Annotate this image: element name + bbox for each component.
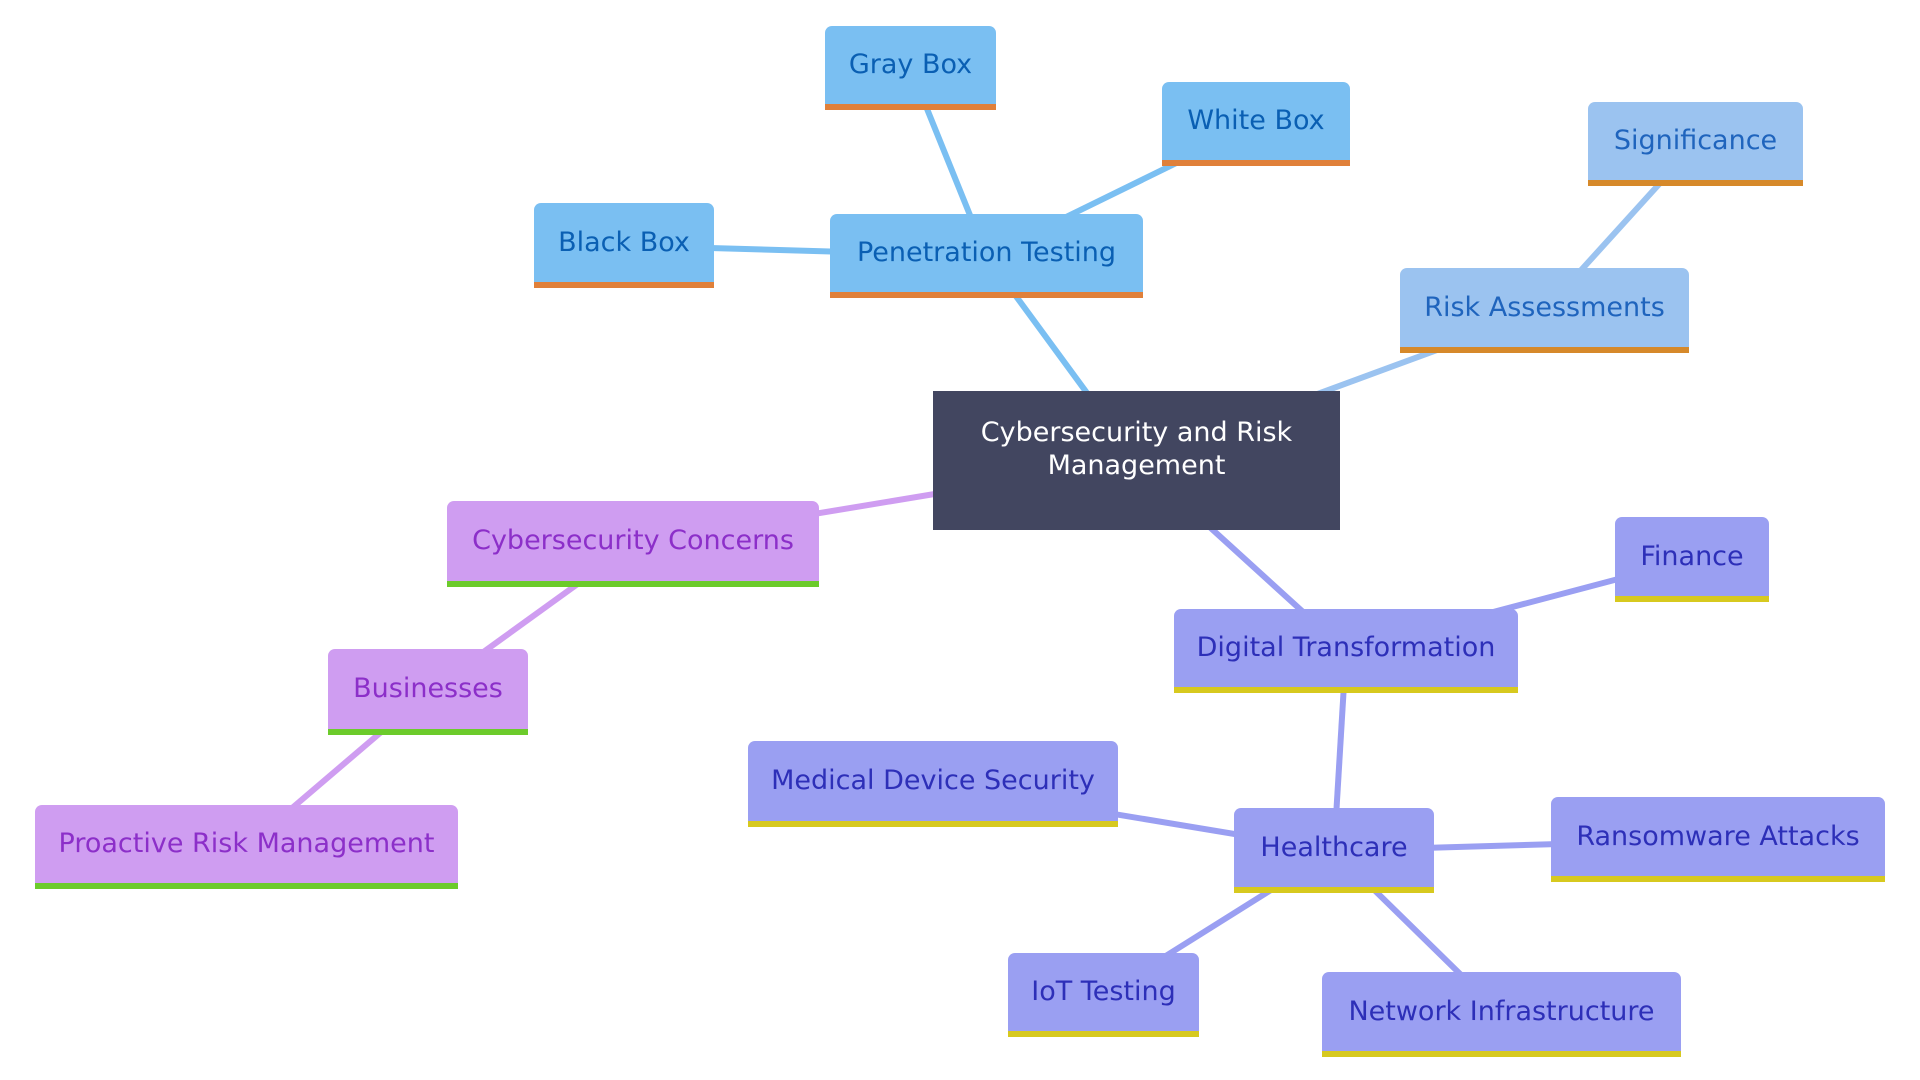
node-label: White Box [1187,105,1325,136]
node-label: Penetration Testing [856,237,1117,268]
node-accent-bar [1588,180,1803,186]
node-businesses[interactable]: Businesses [328,649,528,735]
node-cybersecurity-concerns[interactable]: Cybersecurity Concerns [447,501,819,587]
node-penetration-testing[interactable]: Penetration Testing [830,214,1143,298]
node-label: Digital Transformation [1196,632,1496,663]
node-label: Businesses [353,673,503,704]
node-accent-bar [1551,876,1885,882]
node-accent-bar [1322,1051,1681,1057]
node-label: Cybersecurity Concerns [472,525,794,556]
node-gray-box[interactable]: Gray Box [825,26,996,110]
node-accent-bar [1174,687,1518,693]
node-accent-bar [1400,347,1689,353]
node-label: Network Infrastructure [1348,995,1655,1027]
node-label: IoT Testing [1031,976,1176,1007]
node-significance[interactable]: Significance [1588,102,1803,186]
node-network-infrastructure[interactable]: Network Infrastructure [1322,972,1681,1057]
node-healthcare[interactable]: Healthcare [1234,808,1434,893]
node-label: Finance [1640,540,1744,572]
node-label: Ransomware Attacks [1576,820,1860,852]
node-label: Significance [1613,125,1778,156]
node-label: Risk Assessments [1424,291,1665,323]
node-label: Healthcare [1260,831,1408,863]
node-accent-bar [328,729,528,735]
node-accent-bar [1234,887,1434,893]
node-finance[interactable]: Finance [1615,517,1769,602]
node-accent-bar [447,581,819,587]
node-digital-transformation[interactable]: Digital Transformation [1174,609,1518,693]
node-proactive-risk-management[interactable]: Proactive Risk Management [35,805,458,889]
node-accent-bar [1162,160,1350,166]
node-medical-device-security[interactable]: Medical Device Security [748,741,1118,827]
node-accent-bar [534,282,714,288]
node-label: Gray Box [848,49,973,80]
root-node-label: Cybersecurity and Risk Management [980,416,1293,481]
node-white-box[interactable]: White Box [1162,82,1350,166]
node-accent-bar [35,883,458,889]
node-label: Medical Device Security [771,765,1095,796]
node-ransomware-attacks[interactable]: Ransomware Attacks [1551,797,1885,882]
node-accent-bar [1615,596,1769,602]
node-risk-assessments[interactable]: Risk Assessments [1400,268,1689,353]
node-label: Proactive Risk Management [58,828,435,859]
root-node[interactable]: Cybersecurity and Risk Management [933,391,1340,530]
node-accent-bar [748,821,1118,827]
node-accent-bar [1008,1031,1199,1037]
node-accent-bar [830,292,1143,298]
node-black-box[interactable]: Black Box [534,203,714,288]
node-label: Black Box [558,226,690,258]
node-iot-testing[interactable]: IoT Testing [1008,953,1199,1037]
node-accent-bar [825,104,996,110]
